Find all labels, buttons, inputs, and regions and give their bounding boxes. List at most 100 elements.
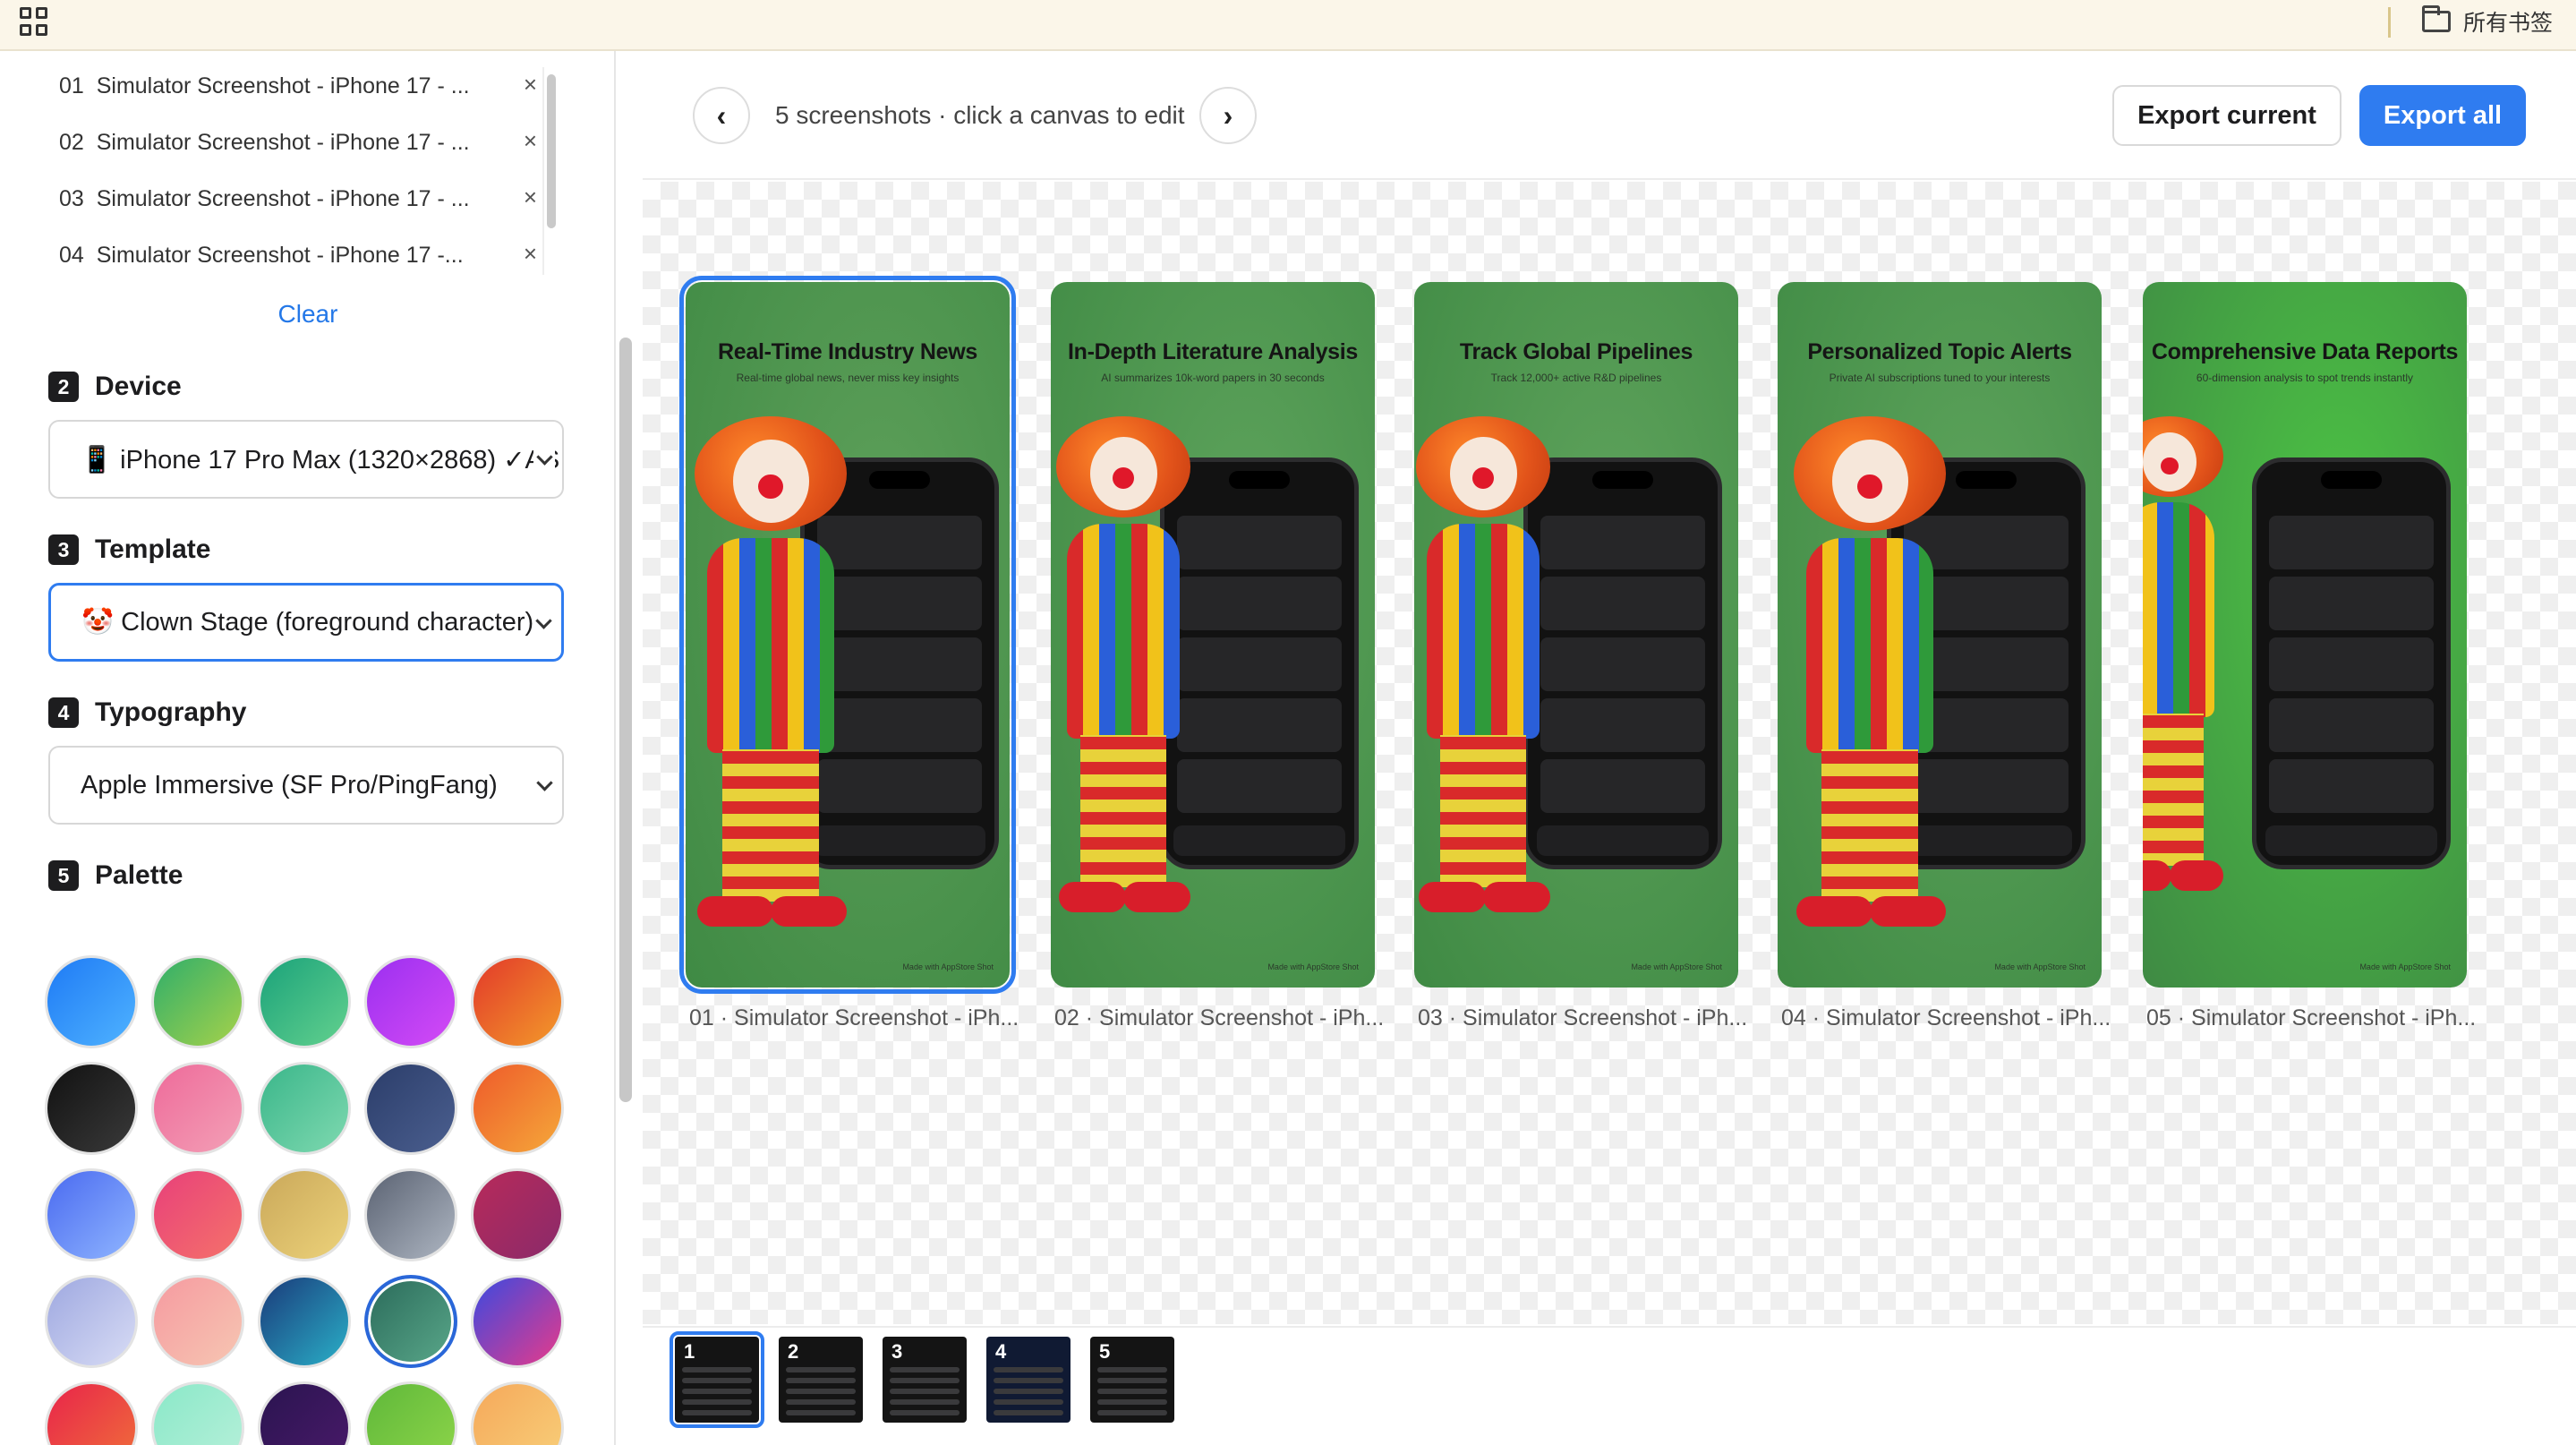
canvas-area: Real-Time Industry News Real-time global … (643, 182, 2576, 1324)
folder-icon (2422, 5, 2451, 32)
palette-swatch[interactable] (151, 1381, 244, 1445)
screenshot-canvas[interactable]: Track Global Pipelines Track 12,000+ acti… (1414, 282, 1738, 988)
made-with-label: Made with AppStore Shot (1267, 962, 1359, 971)
file-name: Simulator Screenshot - iPhone 17 - ... (96, 130, 470, 155)
file-name: Simulator Screenshot - iPhone 17 - ... (96, 73, 470, 98)
canvas-subtitle: AI summarizes 10k-word papers in 30 seco… (1101, 372, 1325, 384)
file-item[interactable]: 01 Simulator Screenshot - iPhone 17 - ..… (36, 58, 564, 115)
canvas-caption: 03 · Simulator Screenshot - iPh... (1418, 1005, 1748, 1030)
typography-section: 4 Typography Apple Immersive (SF Pro/Pin… (48, 697, 564, 825)
file-item[interactable]: 03 Simulator Screenshot - iPhone 17 - ..… (36, 171, 564, 227)
palette-swatch[interactable] (364, 1168, 457, 1261)
thumbnail[interactable]: 1 (670, 1331, 764, 1428)
palette-swatch[interactable] (471, 1381, 564, 1445)
export-current-button[interactable]: Export current (2112, 85, 2341, 146)
device-select-value: 📱 iPhone 17 Pro Max (1320×2868) ✓AS (81, 445, 560, 475)
sidebar-scroll-thumb[interactable] (619, 338, 632, 1102)
palette-swatch[interactable] (364, 955, 457, 1048)
palette-swatch[interactable] (258, 1381, 351, 1445)
palette-swatch[interactable] (364, 1381, 457, 1445)
file-index: 02 (59, 130, 84, 155)
section-title: Template (95, 534, 211, 564)
canvas-subtitle: Private AI subscriptions tuned to your i… (1829, 372, 2051, 384)
palette-swatch[interactable] (471, 1275, 564, 1368)
bookmarks-divider (2388, 7, 2391, 38)
palette-swatch[interactable] (471, 955, 564, 1048)
screenshot-canvas[interactable]: Real-Time Industry News Real-time global … (679, 276, 1016, 994)
made-with-label: Made with AppStore Shot (1631, 962, 1722, 971)
remove-file-icon[interactable]: × (524, 184, 537, 211)
canvas-headline: Personalized Topic Alerts (1807, 339, 2072, 364)
sidebar-scrollbar[interactable] (618, 284, 632, 1102)
next-button[interactable]: › (1199, 87, 1257, 144)
chevron-down-icon (533, 769, 555, 801)
thumbnail-number: 4 (995, 1340, 1007, 1363)
template-select-value: 🤡 Clown Stage (foreground character) (81, 608, 534, 637)
section-number: 2 (48, 372, 79, 402)
export-all-button[interactable]: Export all (2359, 85, 2526, 146)
typography-select-value: Apple Immersive (SF Pro/PingFang) (81, 770, 498, 799)
file-name: Simulator Screenshot - iPhone 17 -... (96, 243, 464, 268)
thumbnail-strip: 1 2 3 4 5 (643, 1326, 2576, 1445)
palette-swatch[interactable] (258, 1168, 351, 1261)
remove-file-icon[interactable]: × (524, 127, 537, 155)
palette-swatch[interactable] (258, 1062, 351, 1155)
template-section: 3 Template 🤡 Clown Stage (foreground cha… (48, 534, 564, 662)
section-title: Typography (95, 697, 247, 727)
file-list-scroll-thumb[interactable] (547, 74, 556, 228)
clown-character (2143, 416, 2223, 971)
canvas-headline: In-Depth Literature Analysis (1067, 339, 1359, 364)
file-list-scrollbar[interactable] (542, 67, 556, 275)
screenshot-canvas[interactable]: Comprehensive Data Reports 60-dimension a… (2143, 282, 2467, 988)
screenshot-canvas[interactable]: Personalized Topic Alerts Private AI subs… (1778, 282, 2102, 988)
phone-mockup (1523, 457, 1722, 869)
palette-swatch[interactable] (258, 1275, 351, 1368)
section-title: Palette (95, 860, 183, 890)
section-number: 4 (48, 697, 79, 728)
thumbnail[interactable]: 5 (1090, 1337, 1174, 1423)
chevron-down-icon (533, 443, 555, 475)
file-item[interactable]: 04 Simulator Screenshot - iPhone 17 -...… (36, 227, 564, 282)
clown-character (1794, 416, 1946, 971)
prev-button[interactable]: ‹ (693, 87, 750, 144)
thumbnail-number: 5 (1099, 1340, 1111, 1363)
clear-button[interactable]: Clear (0, 300, 616, 329)
canvas-headline: Comprehensive Data Reports (2151, 339, 2459, 364)
palette-swatch[interactable] (151, 1275, 244, 1368)
device-select[interactable]: 📱 iPhone 17 Pro Max (1320×2868) ✓AS (48, 420, 564, 499)
apps-grid-icon[interactable] (20, 7, 48, 36)
palette-swatch[interactable] (471, 1062, 564, 1155)
thumbnail[interactable]: 4 (986, 1337, 1070, 1423)
palette-swatch[interactable] (45, 955, 138, 1048)
bookmarks-bar: 所有书签 (0, 0, 2576, 51)
thumbnail[interactable]: 3 (883, 1337, 967, 1423)
made-with-label: Made with AppStore Shot (1994, 962, 2086, 971)
palette-swatch[interactable] (151, 955, 244, 1048)
palette-swatch[interactable] (364, 1275, 457, 1368)
clown-character (1056, 416, 1190, 971)
all-bookmarks-button[interactable]: 所有书签 (2422, 5, 2553, 38)
template-select[interactable]: 🤡 Clown Stage (foreground character) (48, 583, 564, 662)
file-item[interactable]: 02 Simulator Screenshot - iPhone 17 - ..… (36, 115, 564, 171)
palette-swatch[interactable] (471, 1168, 564, 1261)
screenshot-canvas[interactable]: In-Depth Literature Analysis AI summarize… (1051, 282, 1375, 988)
remove-file-icon[interactable]: × (524, 240, 537, 268)
palette-swatch[interactable] (45, 1275, 138, 1368)
made-with-label: Made with AppStore Shot (902, 962, 994, 971)
made-with-label: Made with AppStore Shot (2359, 962, 2451, 971)
palette-swatch[interactable] (45, 1168, 138, 1261)
remove-file-icon[interactable]: × (524, 71, 537, 98)
typography-select[interactable]: Apple Immersive (SF Pro/PingFang) (48, 746, 564, 825)
file-index: 03 (59, 186, 84, 211)
palette-swatch[interactable] (151, 1062, 244, 1155)
palette-swatch[interactable] (364, 1062, 457, 1155)
file-list: 01 Simulator Screenshot - iPhone 17 - ..… (36, 58, 564, 282)
toolbar: ‹ 5 screenshots · click a canvas to edit… (643, 51, 2576, 180)
section-number: 5 (48, 860, 79, 891)
thumbnail[interactable]: 2 (779, 1337, 863, 1423)
palette-swatch[interactable] (258, 955, 351, 1048)
palette-swatch[interactable] (45, 1381, 138, 1445)
palette-swatch[interactable] (151, 1168, 244, 1261)
file-index: 01 (59, 73, 84, 98)
palette-swatch[interactable] (45, 1062, 138, 1155)
